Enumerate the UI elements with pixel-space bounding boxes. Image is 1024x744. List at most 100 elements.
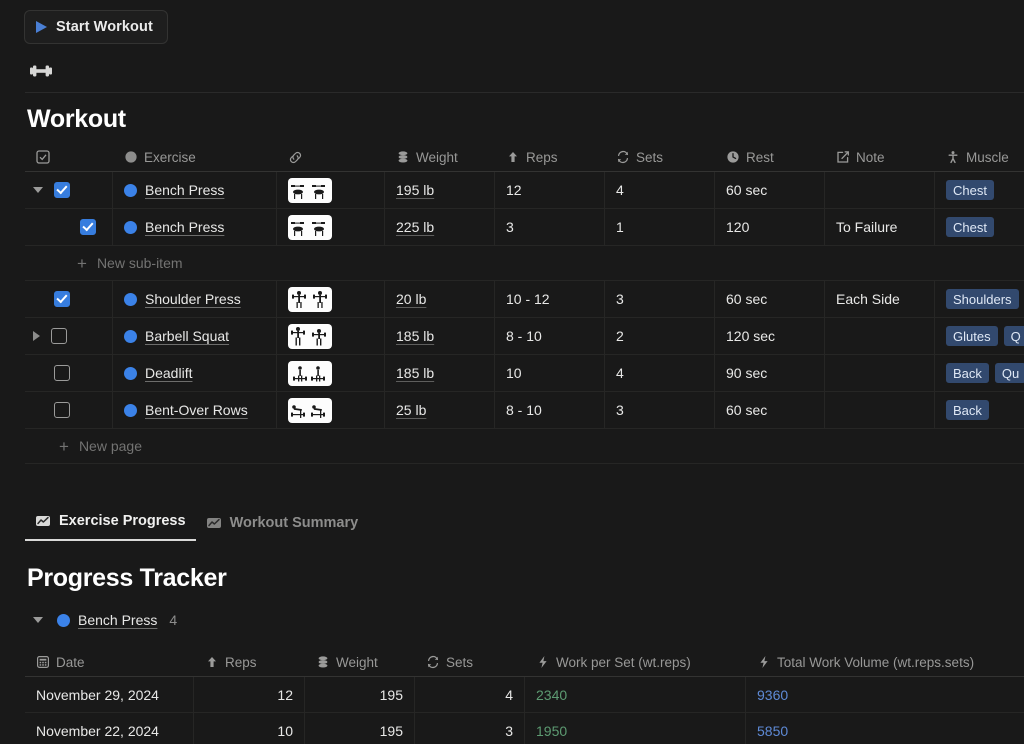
muscle-cell[interactable]: Glutes Q [935, 318, 1024, 354]
column-header-weight[interactable]: Weight [385, 143, 495, 171]
chevron-down-icon[interactable] [33, 617, 43, 623]
rest-cell[interactable]: 60 sec [715, 172, 825, 208]
column-header-check[interactable] [25, 143, 113, 171]
exercise-name-cell[interactable]: Bench Press [113, 209, 277, 245]
row-checkbox[interactable] [80, 219, 96, 235]
pt-reps-cell[interactable]: 10 [194, 713, 305, 744]
weight-cell[interactable]: 185 lb [385, 355, 495, 391]
column-header-muscle-label: Muscle [966, 149, 1009, 165]
pt-reps-cell[interactable]: 12 [194, 677, 305, 712]
column-header-sets[interactable]: Sets [605, 143, 715, 171]
chevron-down-icon[interactable] [33, 187, 43, 193]
note-cell[interactable] [825, 355, 935, 391]
pt-weight-cell[interactable]: 195 [305, 677, 415, 712]
reps-cell[interactable]: 8 - 10 [495, 392, 605, 428]
pt-column-header-weight[interactable]: Weight [305, 648, 415, 676]
sets-cell[interactable]: 1 [605, 209, 715, 245]
new-page-row[interactable]: + New page [25, 429, 1024, 464]
pt-column-header-date[interactable]: Date [25, 648, 194, 676]
exercise-name-cell[interactable]: Bent-Over Rows [113, 392, 277, 428]
pt-column-header-total-work-volume[interactable]: Total Work Volume (wt.reps.sets) [746, 648, 1024, 676]
exercise-name-cell[interactable]: Shoulder Press [113, 281, 277, 317]
exercise-name-cell[interactable]: Bench Press [113, 172, 277, 208]
sets-cell[interactable]: 4 [605, 172, 715, 208]
weight-cell[interactable]: 225 lb [385, 209, 495, 245]
column-header-rest[interactable]: Rest [715, 143, 825, 171]
muscle-cell[interactable]: Chest [935, 209, 1024, 245]
pt-work-per-set-cell[interactable]: 1950 [525, 713, 746, 744]
table-row[interactable]: Barbell Squat 185 lb 8 - 10 2 120 sec Glutes Q [25, 318, 1024, 355]
weight-cell[interactable]: 195 lb [385, 172, 495, 208]
muscle-cell[interactable]: Shoulders [935, 281, 1024, 317]
reps-cell[interactable]: 10 [495, 355, 605, 391]
pt-column-header-reps[interactable]: Reps [194, 648, 305, 676]
note-cell[interactable] [825, 392, 935, 428]
rest-cell[interactable]: 90 sec [715, 355, 825, 391]
sets-cell[interactable]: 4 [605, 355, 715, 391]
exercise-name-cell[interactable]: Deadlift [113, 355, 277, 391]
pt-sets-cell[interactable]: 3 [415, 713, 525, 744]
row-checkbox[interactable] [54, 365, 70, 381]
weight-cell[interactable]: 20 lb [385, 281, 495, 317]
progress-group-header[interactable]: Bench Press 4 [25, 612, 177, 628]
sets-cell[interactable]: 3 [605, 281, 715, 317]
start-workout-button[interactable]: Start Workout [24, 10, 168, 44]
table-row[interactable]: Deadlift 185 lb 10 4 90 sec Back Qu [25, 355, 1024, 392]
column-header-exercise[interactable]: Exercise [113, 143, 277, 171]
reps-cell[interactable]: 10 - 12 [495, 281, 605, 317]
exercise-thumbnail-cell[interactable] [277, 172, 385, 208]
pt-sets-cell[interactable]: 4 [415, 677, 525, 712]
note-cell[interactable]: Each Side [825, 281, 935, 317]
exercise-name: Bench Press [145, 219, 225, 235]
table-row[interactable]: Bent-Over Rows 25 lb 8 - 10 3 60 sec Back [25, 392, 1024, 429]
tab-exercise-progress[interactable]: Exercise Progress [25, 513, 196, 541]
row-checkbox[interactable] [54, 402, 70, 418]
pt-weight-cell[interactable]: 195 [305, 713, 415, 744]
rest-cell[interactable]: 60 sec [715, 392, 825, 428]
note-cell[interactable]: To Failure [825, 209, 935, 245]
column-header-link[interactable] [277, 143, 385, 171]
reps-cell[interactable]: 12 [495, 172, 605, 208]
exercise-name-cell[interactable]: Barbell Squat [113, 318, 277, 354]
rest-cell[interactable]: 120 [715, 209, 825, 245]
weight-cell[interactable]: 185 lb [385, 318, 495, 354]
sets-cell[interactable]: 2 [605, 318, 715, 354]
table-row[interactable]: Bench Press 225 lb 3 1 120 To Failure Chest [25, 209, 1024, 246]
chevron-right-icon[interactable] [33, 331, 40, 341]
muscle-cell[interactable]: Chest [935, 172, 1024, 208]
note-cell[interactable] [825, 172, 935, 208]
exercise-thumbnail-cell[interactable] [277, 281, 385, 317]
muscle-cell[interactable]: Back [935, 392, 1024, 428]
row-checkbox[interactable] [54, 182, 70, 198]
reps-cell[interactable]: 8 - 10 [495, 318, 605, 354]
table-row[interactable]: Bench Press 195 lb 12 4 60 sec Chest [25, 172, 1024, 209]
pt-work-per-set-cell[interactable]: 2340 [525, 677, 746, 712]
new-sub-item-row[interactable]: + New sub-item [25, 246, 1024, 281]
tab-workout-summary[interactable]: Workout Summary [196, 515, 369, 541]
column-header-muscle[interactable]: Muscle [935, 143, 1024, 171]
exercise-thumbnail-cell[interactable] [277, 209, 385, 245]
pt-date-cell[interactable]: November 22, 2024 [25, 713, 194, 744]
pt-date-cell[interactable]: November 29, 2024 [25, 677, 194, 712]
rest-cell[interactable]: 120 sec [715, 318, 825, 354]
table-row[interactable]: November 29, 2024 12 195 4 2340 9360 [25, 677, 1024, 713]
sets-cell[interactable]: 3 [605, 392, 715, 428]
pt-column-header-work-per-set[interactable]: Work per Set (wt.reps) [525, 648, 746, 676]
exercise-thumbnail-cell[interactable] [277, 318, 385, 354]
rest-cell[interactable]: 60 sec [715, 281, 825, 317]
row-checkbox[interactable] [51, 328, 67, 344]
table-row[interactable]: Shoulder Press 20 lb 10 - 12 3 60 sec Each Si… [25, 281, 1024, 318]
exercise-thumbnail-cell[interactable] [277, 392, 385, 428]
weight-cell[interactable]: 25 lb [385, 392, 495, 428]
muscle-cell[interactable]: Back Qu [935, 355, 1024, 391]
exercise-thumbnail-cell[interactable] [277, 355, 385, 391]
pt-column-header-sets[interactable]: Sets [415, 648, 525, 676]
row-checkbox[interactable] [54, 291, 70, 307]
column-header-reps[interactable]: Reps [495, 143, 605, 171]
reps-cell[interactable]: 3 [495, 209, 605, 245]
pt-total-work-volume-cell[interactable]: 5850 [746, 713, 1024, 744]
column-header-note[interactable]: Note [825, 143, 935, 171]
pt-total-work-volume-cell[interactable]: 9360 [746, 677, 1024, 712]
table-row[interactable]: November 22, 2024 10 195 3 1950 5850 [25, 713, 1024, 744]
note-cell[interactable] [825, 318, 935, 354]
